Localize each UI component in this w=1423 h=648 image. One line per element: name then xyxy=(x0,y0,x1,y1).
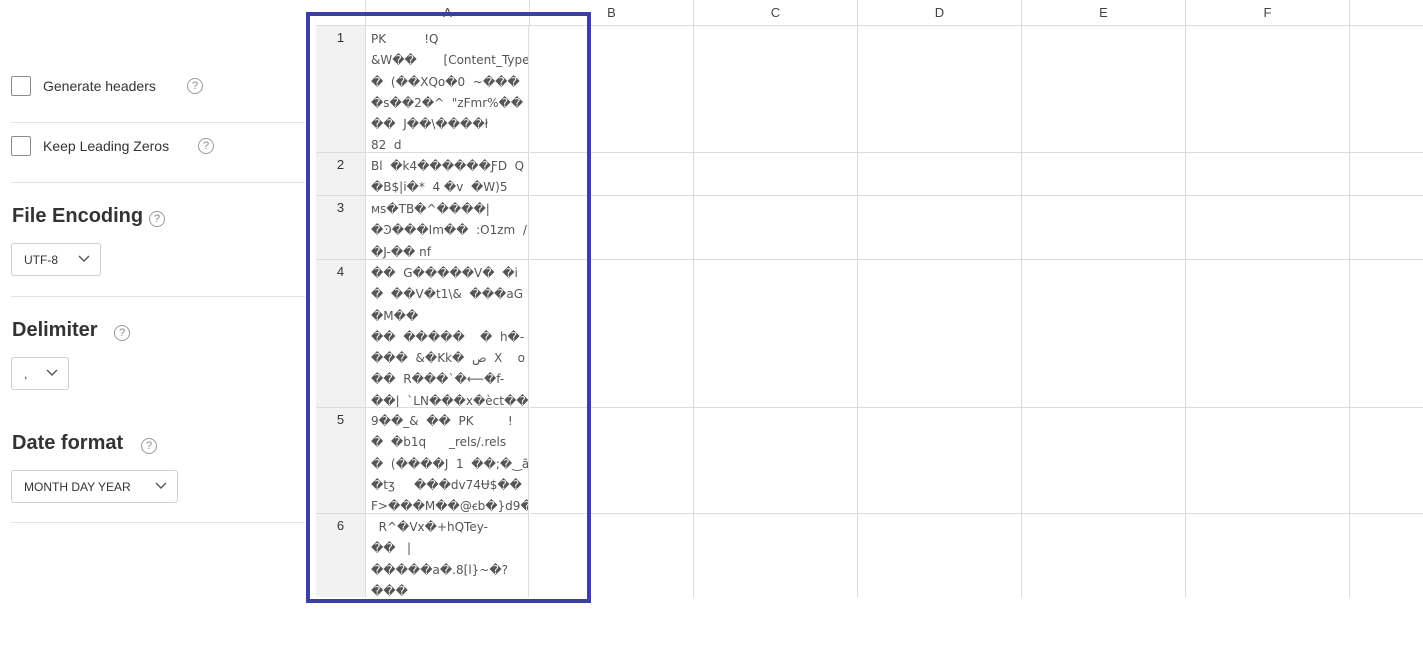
file-encoding-title: File Encoding xyxy=(12,205,144,227)
row-number: 6 xyxy=(316,514,366,597)
generate-headers-option[interactable]: Generate headers xyxy=(11,75,156,97)
table-cell[interactable] xyxy=(1350,260,1423,408)
generate-headers-checkbox[interactable] xyxy=(11,76,31,96)
table-cell[interactable] xyxy=(530,260,694,408)
file-encoding-value: UTF-8 xyxy=(24,252,58,267)
table-cell[interactable] xyxy=(1022,26,1186,153)
table-cell[interactable] xyxy=(530,153,694,196)
row-number: 3 xyxy=(316,196,366,260)
grid-corner xyxy=(316,0,366,26)
delimiter-select[interactable]: , xyxy=(11,357,69,390)
table-cell[interactable] xyxy=(1022,153,1186,196)
table-cell[interactable] xyxy=(694,153,858,196)
table-cell[interactable] xyxy=(530,196,694,260)
column-header-next xyxy=(1350,0,1423,26)
column-header-a[interactable]: A xyxy=(366,0,530,26)
table-cell[interactable] xyxy=(858,514,1022,597)
column-header-f[interactable]: F xyxy=(1186,0,1350,26)
table-cell-a2[interactable]: Bl �k4������ƑD Q �B$|i�* 4 �v �W)5 xyxy=(366,153,529,196)
table-cell[interactable] xyxy=(694,514,858,597)
column-header-c[interactable]: C xyxy=(694,0,858,26)
table-cell[interactable] xyxy=(1022,196,1186,260)
delimiter-title: Delimiter xyxy=(12,319,98,341)
table-cell[interactable] xyxy=(1350,514,1423,597)
table-cell-a1[interactable]: PK !Q &W�� [Content_Types � (��XQo�0 ~��… xyxy=(366,26,529,153)
table-cell[interactable] xyxy=(530,26,694,153)
import-settings-panel: Generate headers ? Keep Leading Zeros ? … xyxy=(0,0,305,648)
table-cell[interactable] xyxy=(1186,196,1350,260)
delimiter-help-icon[interactable]: ? xyxy=(114,325,130,341)
keep-leading-zeros-checkbox[interactable] xyxy=(11,136,31,156)
column-header-b[interactable]: B xyxy=(530,0,694,26)
column-header-d[interactable]: D xyxy=(858,0,1022,26)
keep-leading-zeros-help-icon[interactable]: ? xyxy=(198,138,214,154)
table-cell-a5[interactable]: 9��_& �� PK ! � �b1q _rels/.rels � (����… xyxy=(366,408,529,514)
keep-leading-zeros-option[interactable]: Keep Leading Zeros xyxy=(11,135,169,157)
date-format-title: Date format xyxy=(12,432,124,454)
chevron-down-icon xyxy=(78,253,90,263)
table-cell[interactable] xyxy=(694,26,858,153)
table-cell[interactable] xyxy=(694,196,858,260)
table-cell[interactable] xyxy=(530,514,694,597)
table-cell[interactable] xyxy=(1022,514,1186,597)
table-cell[interactable] xyxy=(1022,408,1186,514)
table-cell-a4[interactable]: �� G�����V� �i � ��V�t1\& ���aG �M�� �� … xyxy=(366,260,529,408)
table-cell[interactable] xyxy=(1186,26,1350,153)
keep-leading-zeros-label: Keep Leading Zeros xyxy=(43,138,170,154)
row-number: 1 xyxy=(316,26,366,153)
table-cell[interactable] xyxy=(858,196,1022,260)
table-cell[interactable] xyxy=(1350,196,1423,260)
column-header-e[interactable]: E xyxy=(1022,0,1186,26)
table-cell[interactable] xyxy=(1186,408,1350,514)
row-number: 5 xyxy=(316,408,366,514)
table-cell[interactable] xyxy=(1350,153,1423,196)
file-encoding-help-icon[interactable]: ? xyxy=(149,211,165,227)
table-cell-a6[interactable]: R^�Vx�+hQTey- �� | �����a�.8[l}~�? ��� xyxy=(366,514,529,597)
table-cell[interactable] xyxy=(858,260,1022,408)
table-cell-a3[interactable]: ᴍs�TB�^����| �Ͽ���Im�� :O1zm / �J-�� nf xyxy=(366,196,529,260)
chevron-down-icon xyxy=(46,367,58,377)
chevron-down-icon xyxy=(155,480,167,490)
table-cell[interactable] xyxy=(694,408,858,514)
date-format-value: MONTH DAY YEAR xyxy=(24,479,131,494)
table-cell[interactable] xyxy=(694,260,858,408)
divider xyxy=(11,122,305,123)
table-cell[interactable] xyxy=(858,26,1022,153)
row-number: 2 xyxy=(316,153,366,196)
date-format-help-icon[interactable]: ? xyxy=(141,438,157,454)
generate-headers-label: Generate headers xyxy=(43,78,156,94)
divider xyxy=(11,296,305,297)
table-cell[interactable] xyxy=(1186,260,1350,408)
divider xyxy=(11,182,305,183)
delimiter-value: , xyxy=(24,366,28,381)
date-format-select[interactable]: MONTH DAY YEAR xyxy=(11,470,178,503)
table-cell[interactable] xyxy=(1350,408,1423,514)
divider xyxy=(11,522,305,523)
file-encoding-select[interactable]: UTF-8 xyxy=(11,243,101,276)
table-cell[interactable] xyxy=(858,153,1022,196)
table-cell[interactable] xyxy=(530,408,694,514)
table-cell[interactable] xyxy=(1186,153,1350,196)
row-number: 4 xyxy=(316,260,366,408)
table-cell[interactable] xyxy=(1350,26,1423,153)
table-cell[interactable] xyxy=(858,408,1022,514)
generate-headers-help-icon[interactable]: ? xyxy=(187,78,203,94)
table-cell[interactable] xyxy=(1022,260,1186,408)
table-cell[interactable] xyxy=(1186,514,1350,597)
